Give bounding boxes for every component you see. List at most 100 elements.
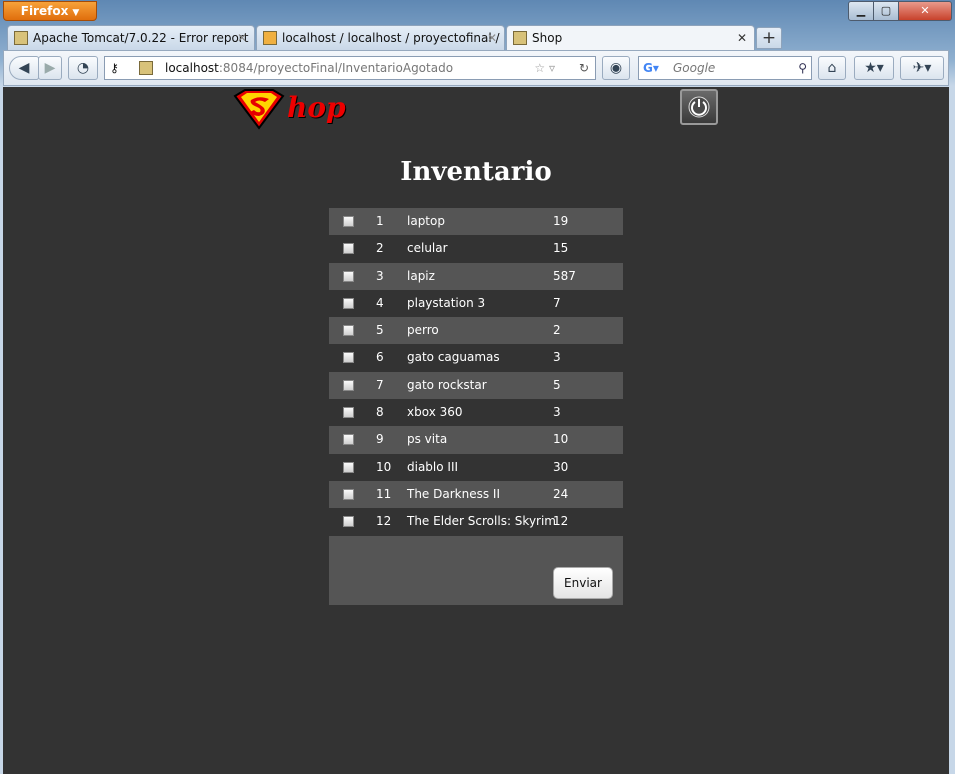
item-checkbox[interactable] [343, 461, 354, 473]
superman-shield-icon [233, 89, 285, 130]
item-quantity: 3 [553, 350, 561, 365]
table-row: 4 playstation 3 7 [329, 290, 623, 317]
tab-title: Shop [532, 31, 563, 45]
item-name: playstation 3 [407, 295, 486, 310]
logo-text: hop [287, 91, 346, 124]
page-title: Inventario [400, 157, 552, 187]
tab-title: Apache Tomcat/7.0.22 - Error report [33, 31, 249, 45]
item-name: gato caguamas [407, 350, 500, 365]
item-name: perro [407, 323, 439, 338]
item-id: 2 [376, 241, 384, 256]
item-id: 8 [376, 405, 384, 420]
search-placeholder: Google [673, 61, 716, 75]
item-checkbox[interactable] [343, 352, 354, 364]
item-name: xbox 360 [407, 405, 463, 420]
item-checkbox[interactable] [343, 325, 354, 337]
address-bar[interactable]: ⚷ localhost:8084/proyectoFinal/Inventari… [104, 56, 596, 80]
item-quantity: 3 [553, 405, 561, 420]
item-quantity: 2 [553, 323, 561, 338]
table-row: 8 xbox 360 3 [329, 399, 623, 426]
table-row: 5 perro 2 [329, 317, 623, 345]
bookmarks-icon: ★▾ [864, 60, 884, 76]
history-icon: ◔ [76, 60, 90, 76]
item-name: gato rockstar [407, 377, 487, 392]
power-icon [688, 96, 710, 118]
item-checkbox[interactable] [343, 488, 354, 500]
close-tab-icon[interactable]: ✕ [737, 26, 747, 51]
table-row: 2 celular 15 [329, 235, 623, 262]
back-button[interactable]: ◀ [9, 56, 39, 80]
tab-shop[interactable]: Shop ✕ [506, 25, 755, 51]
tab-title: localhost / localhost / proyectofinal / … [282, 31, 505, 45]
bookmark-star-icon[interactable]: ☆ ▿ [534, 57, 555, 79]
item-quantity: 587 [553, 268, 576, 283]
close-window-button[interactable]: ✕ [898, 1, 952, 21]
item-checkbox[interactable] [343, 434, 354, 446]
close-tab-icon[interactable]: ✕ [237, 26, 247, 50]
google-icon: G▾ [643, 61, 659, 75]
firefox-menu-label: Firefox [20, 4, 69, 18]
item-id: 11 [376, 486, 392, 501]
item-name: celular [407, 241, 448, 256]
table-row: 3 lapiz 587 [329, 262, 623, 290]
search-icon[interactable]: ⚲ [798, 57, 807, 79]
table-row: 12 The Elder Scrolls: Skyrim 12 [329, 508, 623, 535]
item-name: lapiz [407, 268, 435, 283]
item-checkbox[interactable] [343, 297, 354, 309]
history-button[interactable]: ◔ [68, 56, 98, 80]
browser-window: Firefox ▼ ▁ ▢ ✕ Apache Tomcat/7.0.22 - Er… [0, 0, 955, 774]
home-button[interactable]: ⌂ [818, 56, 846, 80]
site-icon [139, 61, 153, 75]
firefox-menu-button[interactable]: Firefox ▼ [3, 1, 97, 21]
form-footer: Enviar [329, 536, 623, 605]
item-id: 9 [376, 432, 384, 447]
item-id: 5 [376, 323, 384, 338]
item-id: 6 [376, 350, 384, 365]
item-id: 7 [376, 377, 384, 392]
item-name: diablo III [407, 459, 459, 474]
pma-icon [263, 31, 277, 45]
navigation-toolbar: ◀ ▶ ◔ ⚷ localhost:8084/proyectoFinal/Inv… [3, 50, 949, 86]
item-id: 3 [376, 268, 384, 283]
item-checkbox[interactable] [343, 270, 354, 282]
item-quantity: 30 [553, 459, 569, 474]
item-name: The Darkness II [407, 486, 500, 501]
submit-button[interactable]: Enviar [553, 567, 613, 599]
item-quantity: 24 [553, 486, 569, 501]
forward-button[interactable]: ▶ [38, 56, 62, 80]
reload-icon[interactable]: ↻ [579, 57, 589, 79]
table-row: 6 gato caguamas 3 [329, 344, 623, 371]
inventory-table: 1 laptop 19 2 celular 15 3 lapiz 587 4 playstation… [329, 208, 623, 536]
item-checkbox[interactable] [343, 516, 354, 528]
item-checkbox[interactable] [343, 379, 354, 391]
minimize-button[interactable]: ▁ [848, 1, 874, 21]
item-quantity: 12 [553, 514, 569, 529]
table-row: 1 laptop 19 [329, 208, 623, 236]
maximize-button[interactable]: ▢ [873, 1, 899, 21]
url-text: localhost:8084/proyectoFinal/InventarioA… [165, 57, 453, 79]
item-quantity: 15 [553, 241, 569, 256]
key-icon: ⚷ [110, 61, 119, 75]
url-host: localhost [165, 61, 219, 75]
cookie-button[interactable]: ◉ [602, 56, 630, 80]
item-quantity: 10 [553, 432, 569, 447]
close-tab-icon[interactable]: ✕ [487, 26, 497, 50]
logout-button[interactable] [680, 89, 718, 125]
item-checkbox[interactable] [343, 216, 354, 227]
tab-phpmyadmin[interactable]: localhost / localhost / proyectofinal / … [256, 25, 505, 50]
addon-button[interactable]: ✈▾ [900, 56, 944, 80]
addon-icon: ✈▾ [912, 60, 932, 76]
search-box[interactable]: G▾ Google ⚲ [638, 56, 812, 80]
item-checkbox[interactable] [343, 243, 354, 255]
bookmarks-button[interactable]: ★▾ [854, 56, 894, 80]
table-row: 10 diablo III 30 [329, 454, 623, 481]
shop-logo[interactable]: hop [231, 88, 346, 130]
item-id: 1 [376, 214, 384, 228]
page-icon [14, 31, 28, 45]
tab-tomcat[interactable]: Apache Tomcat/7.0.22 - Error report ✕ [7, 25, 255, 50]
item-name: ps vita [407, 432, 448, 447]
new-tab-button[interactable]: + [756, 27, 782, 49]
page-icon [513, 31, 527, 45]
item-id: 12 [376, 514, 392, 529]
item-checkbox[interactable] [343, 407, 354, 419]
